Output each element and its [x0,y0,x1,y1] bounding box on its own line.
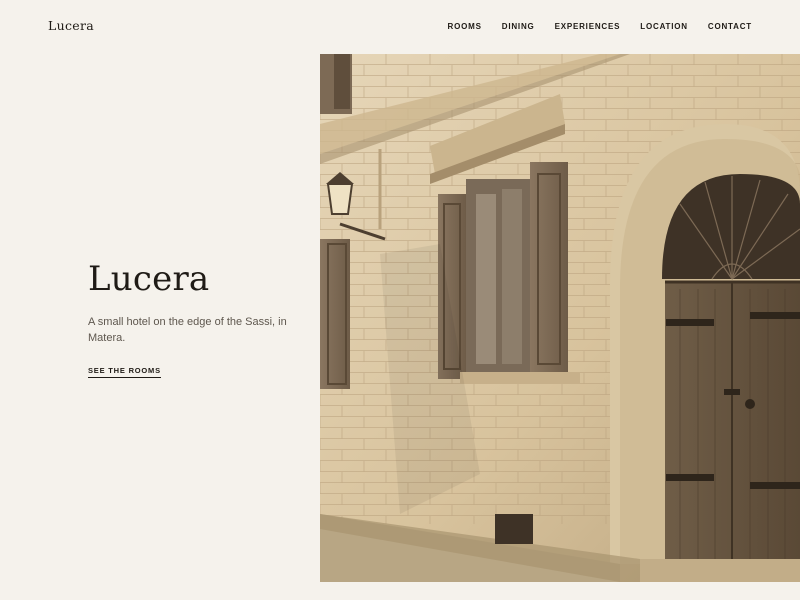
hero-photo [320,54,800,582]
hero-title: Lucera [88,259,210,299]
nav-contact[interactable]: CONTACT [708,22,752,31]
nav-experiences[interactable]: EXPERIENCES [555,22,621,31]
nav-dining[interactable]: DINING [502,22,535,31]
nav-rooms[interactable]: ROOMS [448,22,482,31]
hero-text: Lucera A small hotel on the edge of the … [88,258,298,378]
main-nav: ROOMS DINING EXPERIENCES LOCATION CONTAC… [448,22,752,31]
site-header: Lucera ROOMS DINING EXPERIENCES LOCATION… [0,0,800,54]
hero-subtitle: A small hotel on the edge of the Sassi, … [88,316,287,344]
stone-facade-image [320,54,800,582]
logo[interactable]: Lucera [48,18,94,33]
nav-location[interactable]: LOCATION [640,22,688,31]
see-rooms-link[interactable]: SEE THE ROOMS [88,366,161,378]
